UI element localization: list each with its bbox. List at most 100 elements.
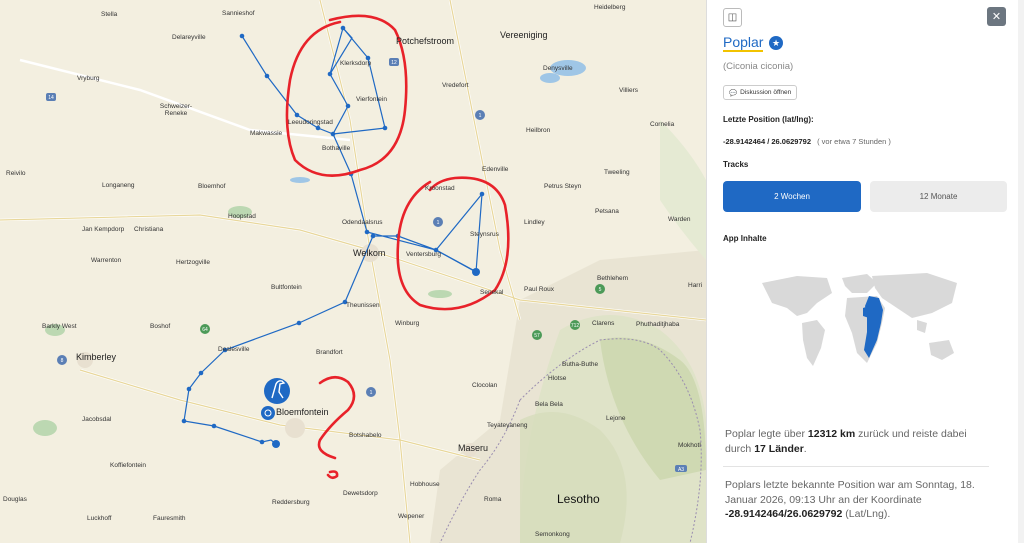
map-label: Delareyville [172, 34, 206, 41]
open-discussion-label: Diskussion öffnen [740, 89, 792, 96]
distance-text: Poplar legte über [725, 428, 808, 440]
map-label: Hoopstad [228, 213, 256, 220]
distance-text: . [803, 443, 807, 455]
map-label: Boshof [150, 323, 171, 330]
map-label: Fauresmith [153, 515, 186, 522]
map-label: Winburg [395, 320, 420, 327]
map-label: Leeudoringstad [288, 119, 333, 126]
open-discussion-button[interactable]: 💬 Diskussion öffnen [723, 85, 798, 100]
map-label: Odendaalsrus [342, 219, 383, 226]
map-label: Butha-Buthe [562, 361, 599, 368]
map-label: Petsana [595, 208, 619, 215]
world-map-countries [762, 273, 957, 366]
map-label: Reddersburg [272, 499, 310, 506]
map-label: Mokhotl [678, 442, 701, 449]
map-label: Hobhouse [410, 481, 440, 488]
svg-text:5: 5 [599, 287, 602, 293]
map-label: Botshabelo [349, 432, 382, 439]
coords-time-note: ( vor etwa 7 Stunden ) [817, 137, 891, 146]
map-label: Vryburg [77, 75, 100, 82]
map-view[interactable]: 14 12 1 1 1 8 64 57 712 5 A3 Stella Sann… [0, 0, 706, 543]
svg-text:1: 1 [479, 113, 482, 119]
map-label: Barkly West [42, 323, 77, 330]
map-label: Harri [688, 282, 703, 289]
map-label: Heilbron [526, 127, 551, 134]
map-label: Koffiefontein [110, 462, 147, 469]
map-label: Jan Kempdorp [82, 226, 125, 233]
map-label: Reivilo [6, 170, 26, 177]
country-count: 17 Länder [754, 443, 804, 455]
map-label: Bela Bela [535, 401, 563, 408]
latin-name: (Ciconia ciconia) [723, 61, 794, 72]
map-label: Bothaville [322, 145, 351, 152]
map-label: Heidelberg [594, 4, 626, 11]
map-label: Brandfort [316, 349, 343, 356]
map-label: Lindley [524, 219, 545, 226]
map-label: Vereeniging [500, 30, 548, 40]
bird-name: Poplar [723, 34, 764, 52]
map-label: Klerksdorp [340, 60, 372, 67]
svg-text:1: 1 [437, 220, 440, 226]
close-icon: ✕ [991, 11, 1002, 23]
map-label: Maseru [458, 443, 489, 453]
map-label: Kimberley [76, 352, 117, 362]
map-label: Paul Roux [524, 286, 554, 293]
map-label: Roma [484, 496, 502, 503]
map-label: Petrus Steyn [544, 183, 582, 190]
tab-2-weeks[interactable]: 2 Wochen [723, 181, 861, 212]
map-label: Vredefort [442, 82, 469, 89]
map-label: Jacobsdal [82, 416, 112, 423]
position-text: (Lat/Lng). [842, 508, 891, 520]
map-label: Ventersburg [406, 251, 442, 258]
tab-12-months[interactable]: 12 Monate [870, 181, 1007, 212]
distance-km: 12312 km [807, 428, 856, 440]
map-label: Clarens [592, 320, 615, 327]
map-label: Teyateyaneng [487, 422, 528, 429]
map-label: Christiana [134, 226, 164, 233]
sidebar-toggle-icon: ◫ [727, 12, 738, 23]
svg-text:12: 12 [391, 60, 397, 66]
map-label: Senekal [480, 289, 504, 296]
map-label: Makwassie [250, 130, 283, 137]
stork-marker-icon [264, 378, 290, 404]
map-label: Hertzogville [176, 259, 210, 266]
map-label: Dealesville [218, 346, 250, 353]
map-label: Denysville [543, 65, 573, 72]
last-position-value: -28.9142464 / 26.0629792 ( vor etwa 7 St… [723, 137, 891, 146]
map-label: Bethlehem [597, 275, 629, 282]
map-label: Bultfontein [271, 284, 302, 291]
position-text: Poplars letzte bekannte Position war am … [725, 479, 975, 506]
map-label: Cornelia [650, 121, 675, 128]
collapse-panel-button[interactable]: ◫ [723, 8, 742, 27]
map-label: Warden [668, 216, 691, 223]
last-position-label: Letzte Position (lat/lng): [723, 115, 814, 124]
map-label: Edenville [482, 166, 509, 173]
divider [723, 466, 989, 467]
map-label: Lesotho [557, 492, 600, 506]
panel-scrollbar[interactable] [1018, 0, 1024, 543]
svg-text:57: 57 [534, 333, 540, 339]
map-label: Dewetsdorp [343, 490, 378, 497]
app-content-label: App Inhalte [723, 234, 767, 243]
map-label: Hlotse [548, 375, 567, 382]
map-label: Kroonstad [425, 185, 455, 192]
close-panel-button[interactable]: ✕ [987, 7, 1006, 26]
svg-text:8: 8 [61, 358, 64, 364]
position-coords: -28.9142464/26.0629792 [725, 508, 843, 520]
map-label: Villiers [619, 87, 639, 94]
map-label: Welkom [353, 248, 386, 258]
map-label: Potchefstroom [396, 36, 455, 46]
svg-text:14: 14 [48, 95, 54, 101]
last-position-summary: Poplars letzte bekannte Position war am … [725, 478, 995, 522]
map-label: Luckhoff [87, 515, 112, 522]
map-label: Sannieshof [222, 10, 255, 17]
locate-icon [261, 406, 275, 420]
app-root: 14 12 1 1 1 8 64 57 712 5 A3 Stella Sann… [0, 0, 1024, 543]
svg-text:712: 712 [571, 323, 580, 329]
svg-text:1: 1 [370, 390, 373, 396]
map-canvas[interactable]: 14 12 1 1 1 8 64 57 712 5 A3 [0, 0, 706, 543]
map-label: Phuthaditjhaba [636, 321, 680, 328]
verified-star-icon: ★ [769, 36, 783, 50]
tracks-label: Tracks [723, 160, 749, 169]
map-label: Steynsrus [470, 231, 499, 238]
